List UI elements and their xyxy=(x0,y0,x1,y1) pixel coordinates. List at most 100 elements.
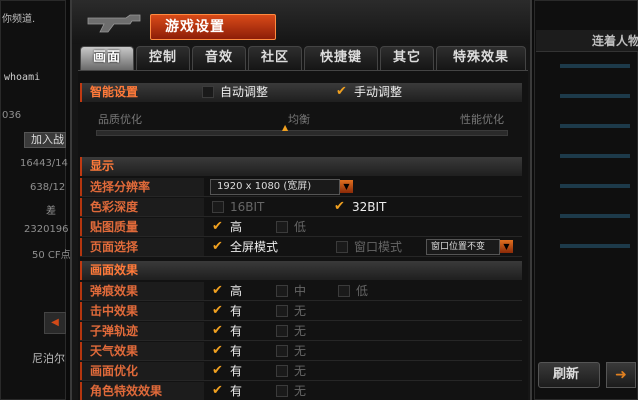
color-16bit-checkbox[interactable] xyxy=(212,200,224,213)
effects-row-label: 角色特效效果 xyxy=(80,382,204,400)
texture-low-checkbox[interactable] xyxy=(276,220,288,233)
effects-row-label: 弹痕效果 xyxy=(80,282,204,300)
bg-bar3 xyxy=(560,124,630,128)
bg-bar6 xyxy=(560,214,630,218)
effects-opt-c-checkbox[interactable] xyxy=(338,284,350,297)
effects-opt-b[interactable]: 无 xyxy=(276,362,306,380)
effects-opt-a[interactable]: ✔ 有 xyxy=(212,362,242,380)
effects-opt-b-checkbox[interactable] xyxy=(276,384,288,397)
effects-opt-a-label: 有 xyxy=(230,364,243,378)
effects-opt-b[interactable]: 无 xyxy=(276,342,306,360)
texture-quality-label: 贴图质量 xyxy=(80,218,204,236)
window-mode-label: 页面选择 xyxy=(80,238,204,256)
window-title: 游戏设置 xyxy=(150,14,276,40)
effects-opt-a[interactable]: ✔ 有 xyxy=(212,322,242,340)
effects-row-label: 画面优化 xyxy=(80,362,204,380)
title-bar: 游戏设置 xyxy=(72,0,530,44)
effects-opt-c-label: 低 xyxy=(356,284,369,298)
check-icon[interactable]: ✔ xyxy=(212,284,224,297)
chevron-down-icon[interactable]: ▼ xyxy=(340,180,353,193)
effects-opt-b[interactable]: 无 xyxy=(276,302,306,320)
bg-number: 036 xyxy=(2,110,22,121)
tab-special-effects[interactable]: 特殊效果 xyxy=(436,46,526,70)
manual-adjust-option[interactable]: ✔ 手动调整 xyxy=(336,83,402,101)
tab-other[interactable]: 其它 xyxy=(380,46,434,70)
effects-opt-b-label: 无 xyxy=(294,304,307,318)
check-icon[interactable]: ✔ xyxy=(212,364,224,377)
windowed-label: 窗口模式 xyxy=(354,240,403,254)
effects-opt-b-checkbox[interactable] xyxy=(276,364,288,377)
slider-thumb-icon[interactable]: ▲ xyxy=(282,123,288,132)
bg-stat4: 2320196 xyxy=(24,224,69,235)
auto-adjust-checkbox[interactable] xyxy=(202,85,214,98)
resolution-select[interactable]: 1920 x 1080 (宽屏) xyxy=(210,179,340,195)
texture-high-option[interactable]: ✔ 高 xyxy=(212,218,242,236)
windowed-checkbox[interactable] xyxy=(336,240,348,253)
tab-hotkeys[interactable]: 快捷键 xyxy=(304,46,378,70)
color-32bit-option[interactable]: ✔ 32BIT xyxy=(334,198,386,216)
effects-opt-b-checkbox[interactable] xyxy=(276,284,288,297)
tab-bar: 画面 控制 音效 社区 快捷键 其它 特殊效果 xyxy=(78,46,528,70)
effects-opt-b[interactable]: 无 xyxy=(276,322,306,340)
quality-slider[interactable] xyxy=(96,130,508,136)
bg-bar4 xyxy=(560,154,630,158)
bg-stat5: 50 CF点 xyxy=(32,250,71,261)
check-icon[interactable]: ✔ xyxy=(212,384,224,397)
effects-header: 画面效果 xyxy=(80,261,522,280)
effects-row-label: 击中效果 xyxy=(80,302,204,320)
effects-opt-b-label: 无 xyxy=(294,364,307,378)
bg-arrow-left-icon[interactable]: ◀ xyxy=(44,312,66,334)
check-icon[interactable]: ✔ xyxy=(336,85,348,98)
balanced-label: 均衡 xyxy=(288,113,310,126)
texture-low-option[interactable]: 低 xyxy=(276,218,306,236)
settings-content: 智能设置 自动调整 ✔ 手动调整 品质优化 均衡 性能优化 ▲ 显示 选择分辨率 … xyxy=(78,70,528,400)
settings-dialog: 游戏设置 画面 控制 音效 社区 快捷键 其它 特殊效果 智能设置 自动调整 ✔… xyxy=(70,0,532,400)
effects-opt-a[interactable]: ✔ 有 xyxy=(212,302,242,320)
texture-quality-row: 贴图质量 ✔ 高 低 xyxy=(80,218,522,237)
effects-opt-c[interactable]: 低 xyxy=(338,282,368,300)
windowed-option[interactable]: 窗口模式 xyxy=(336,238,402,256)
check-icon[interactable]: ✔ xyxy=(212,324,224,337)
bg-right-header: 连着人物 xyxy=(536,30,638,52)
color-16bit-option[interactable]: 16BIT xyxy=(212,198,264,216)
bg-refresh-button[interactable]: 刷新 xyxy=(538,362,600,388)
bg-name: 尼泊尔 xyxy=(32,352,65,365)
effects-opt-b[interactable]: 中 xyxy=(276,282,306,300)
quality-priority-label: 品质优化 xyxy=(98,113,142,126)
effects-opt-a-label: 有 xyxy=(230,324,243,338)
check-icon[interactable]: ✔ xyxy=(212,220,224,233)
bg-bar2 xyxy=(560,94,630,98)
effects-opt-b-label: 无 xyxy=(294,324,307,338)
fullscreen-option[interactable]: ✔ 全屏模式 xyxy=(212,238,278,256)
effects-row: 击中效果 ✔ 有 无 xyxy=(80,302,522,321)
effects-opt-a[interactable]: ✔ 有 xyxy=(212,382,242,400)
effects-opt-b[interactable]: 无 xyxy=(276,382,306,400)
check-icon[interactable]: ✔ xyxy=(212,304,224,317)
effects-opt-b-checkbox[interactable] xyxy=(276,344,288,357)
resolution-label: 选择分辨率 xyxy=(80,178,204,196)
display-header: 显示 xyxy=(80,157,522,176)
tab-sound[interactable]: 音效 xyxy=(192,46,246,70)
effects-opt-b-checkbox[interactable] xyxy=(276,304,288,317)
check-icon[interactable]: ✔ xyxy=(212,344,224,357)
effects-opt-b-label: 中 xyxy=(294,284,307,298)
effects-opt-a-label: 有 xyxy=(230,384,243,398)
tab-community[interactable]: 社区 xyxy=(248,46,302,70)
texture-high-label: 高 xyxy=(230,220,243,234)
window-position-select[interactable]: 窗口位置不变 xyxy=(426,239,500,255)
check-icon[interactable]: ✔ xyxy=(212,240,224,253)
bg-channel-text: 你频道. xyxy=(2,14,36,25)
effects-opt-a[interactable]: ✔ 高 xyxy=(212,282,242,300)
bg-join-button[interactable]: 加入战 xyxy=(24,132,66,148)
tab-display[interactable]: 画面 xyxy=(80,46,134,70)
bg-stat3: 差 xyxy=(46,206,56,217)
effects-opt-a[interactable]: ✔ 有 xyxy=(212,342,242,360)
bg-arrow-right-icon[interactable]: ➜ xyxy=(606,362,636,388)
smart-settings-header: 智能设置 xyxy=(80,83,522,102)
auto-adjust-label: 自动调整 xyxy=(220,85,269,99)
tab-control[interactable]: 控制 xyxy=(136,46,190,70)
check-icon[interactable]: ✔ xyxy=(334,200,346,213)
auto-adjust-option[interactable]: 自动调整 xyxy=(202,83,268,101)
chevron-down-icon[interactable]: ▼ xyxy=(500,240,513,253)
effects-opt-b-checkbox[interactable] xyxy=(276,324,288,337)
